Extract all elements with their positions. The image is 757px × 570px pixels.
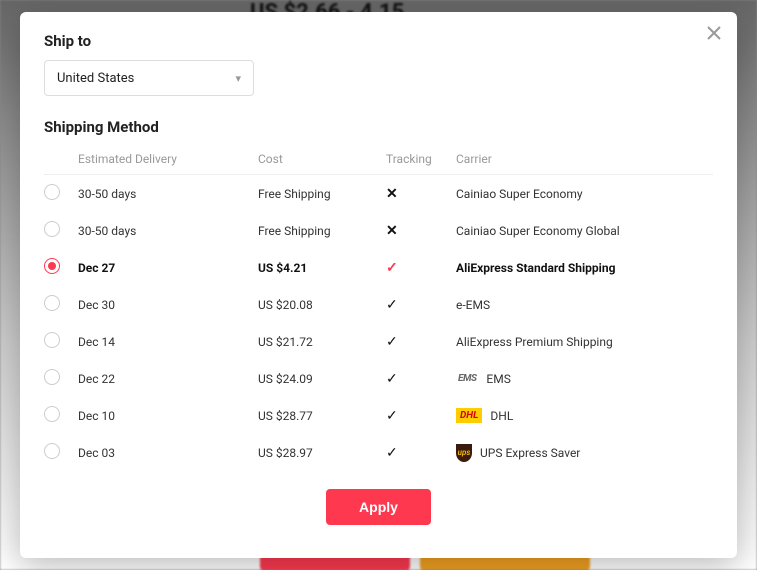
close-icon[interactable] <box>707 26 721 44</box>
chevron-down-icon: ▾ <box>235 72 241 85</box>
shipping-option-row[interactable]: 30-50 daysFree Shipping✕Cainiao Super Ec… <box>44 175 713 212</box>
delivery-value: Dec 30 <box>78 298 258 312</box>
check-icon: ✓ <box>386 372 456 386</box>
ems-logo-icon: EMS <box>456 372 478 385</box>
carrier-value: EMSEMS <box>456 372 713 386</box>
radio-button[interactable] <box>44 406 60 422</box>
carrier-value: e-EMS <box>456 298 713 312</box>
check-icon: ✓ <box>386 261 456 275</box>
radio-button[interactable] <box>44 258 60 274</box>
shipping-option-row[interactable]: Dec 22US $24.09✓EMSEMS <box>44 360 713 397</box>
shipping-table: Estimated Delivery Cost Tracking Carrier… <box>44 146 713 471</box>
check-icon: ✓ <box>386 298 456 312</box>
shipping-modal: Ship to United States ▾ Shipping Method … <box>20 12 737 558</box>
carrier-value: DHLDHL <box>456 408 713 423</box>
shipping-method-label: Shipping Method <box>44 118 713 136</box>
delivery-value: Dec 10 <box>78 409 258 423</box>
col-tracking: Tracking <box>386 152 456 166</box>
ups-logo-icon: ups <box>456 444 472 462</box>
radio-button[interactable] <box>44 184 60 200</box>
carrier-value: AliExpress Standard Shipping <box>456 261 713 275</box>
cost-value: US $21.72 <box>258 335 386 349</box>
x-icon: ✕ <box>386 187 456 201</box>
col-cost: Cost <box>258 152 386 166</box>
cost-value: US $4.21 <box>258 261 386 275</box>
carrier-value: Cainiao Super Economy Global <box>456 224 713 238</box>
country-value: United States <box>57 71 134 86</box>
delivery-value: 30-50 days <box>78 224 258 238</box>
col-delivery: Estimated Delivery <box>78 152 258 166</box>
delivery-value: Dec 14 <box>78 335 258 349</box>
cost-value: US $28.77 <box>258 409 386 423</box>
cost-value: Free Shipping <box>258 224 386 238</box>
shipping-option-row[interactable]: 30-50 daysFree Shipping✕Cainiao Super Ec… <box>44 212 713 249</box>
shipping-option-row[interactable]: Dec 03US $28.97✓upsUPS Express Saver <box>44 434 713 471</box>
dhl-logo-icon: DHL <box>456 408 482 423</box>
cost-value: US $28.97 <box>258 446 386 460</box>
cost-value: US $24.09 <box>258 372 386 386</box>
radio-button[interactable] <box>44 295 60 311</box>
apply-button[interactable]: Apply <box>326 489 431 525</box>
shipping-option-row[interactable]: Dec 30US $20.08✓e-EMS <box>44 286 713 323</box>
cost-value: US $20.08 <box>258 298 386 312</box>
delivery-value: 30-50 days <box>78 187 258 201</box>
radio-button[interactable] <box>44 332 60 348</box>
radio-button[interactable] <box>44 221 60 237</box>
x-icon: ✕ <box>386 224 456 238</box>
delivery-value: Dec 27 <box>78 261 258 275</box>
shipping-option-row[interactable]: Dec 10US $28.77✓DHLDHL <box>44 397 713 434</box>
shipping-option-row[interactable]: Dec 14US $21.72✓AliExpress Premium Shipp… <box>44 323 713 360</box>
cost-value: Free Shipping <box>258 187 386 201</box>
carrier-value: upsUPS Express Saver <box>456 444 713 462</box>
shipping-option-row[interactable]: Dec 27US $4.21✓AliExpress Standard Shipp… <box>44 249 713 286</box>
radio-button[interactable] <box>44 369 60 385</box>
check-icon: ✓ <box>386 446 456 460</box>
check-icon: ✓ <box>386 409 456 423</box>
ship-to-label: Ship to <box>44 32 713 50</box>
carrier-value: AliExpress Premium Shipping <box>456 335 713 349</box>
delivery-value: Dec 22 <box>78 372 258 386</box>
country-select[interactable]: United States ▾ <box>44 60 254 96</box>
check-icon: ✓ <box>386 335 456 349</box>
carrier-value: Cainiao Super Economy <box>456 187 713 201</box>
table-header: Estimated Delivery Cost Tracking Carrier <box>44 146 713 175</box>
delivery-value: Dec 03 <box>78 446 258 460</box>
col-carrier: Carrier <box>456 152 713 166</box>
radio-button[interactable] <box>44 443 60 459</box>
